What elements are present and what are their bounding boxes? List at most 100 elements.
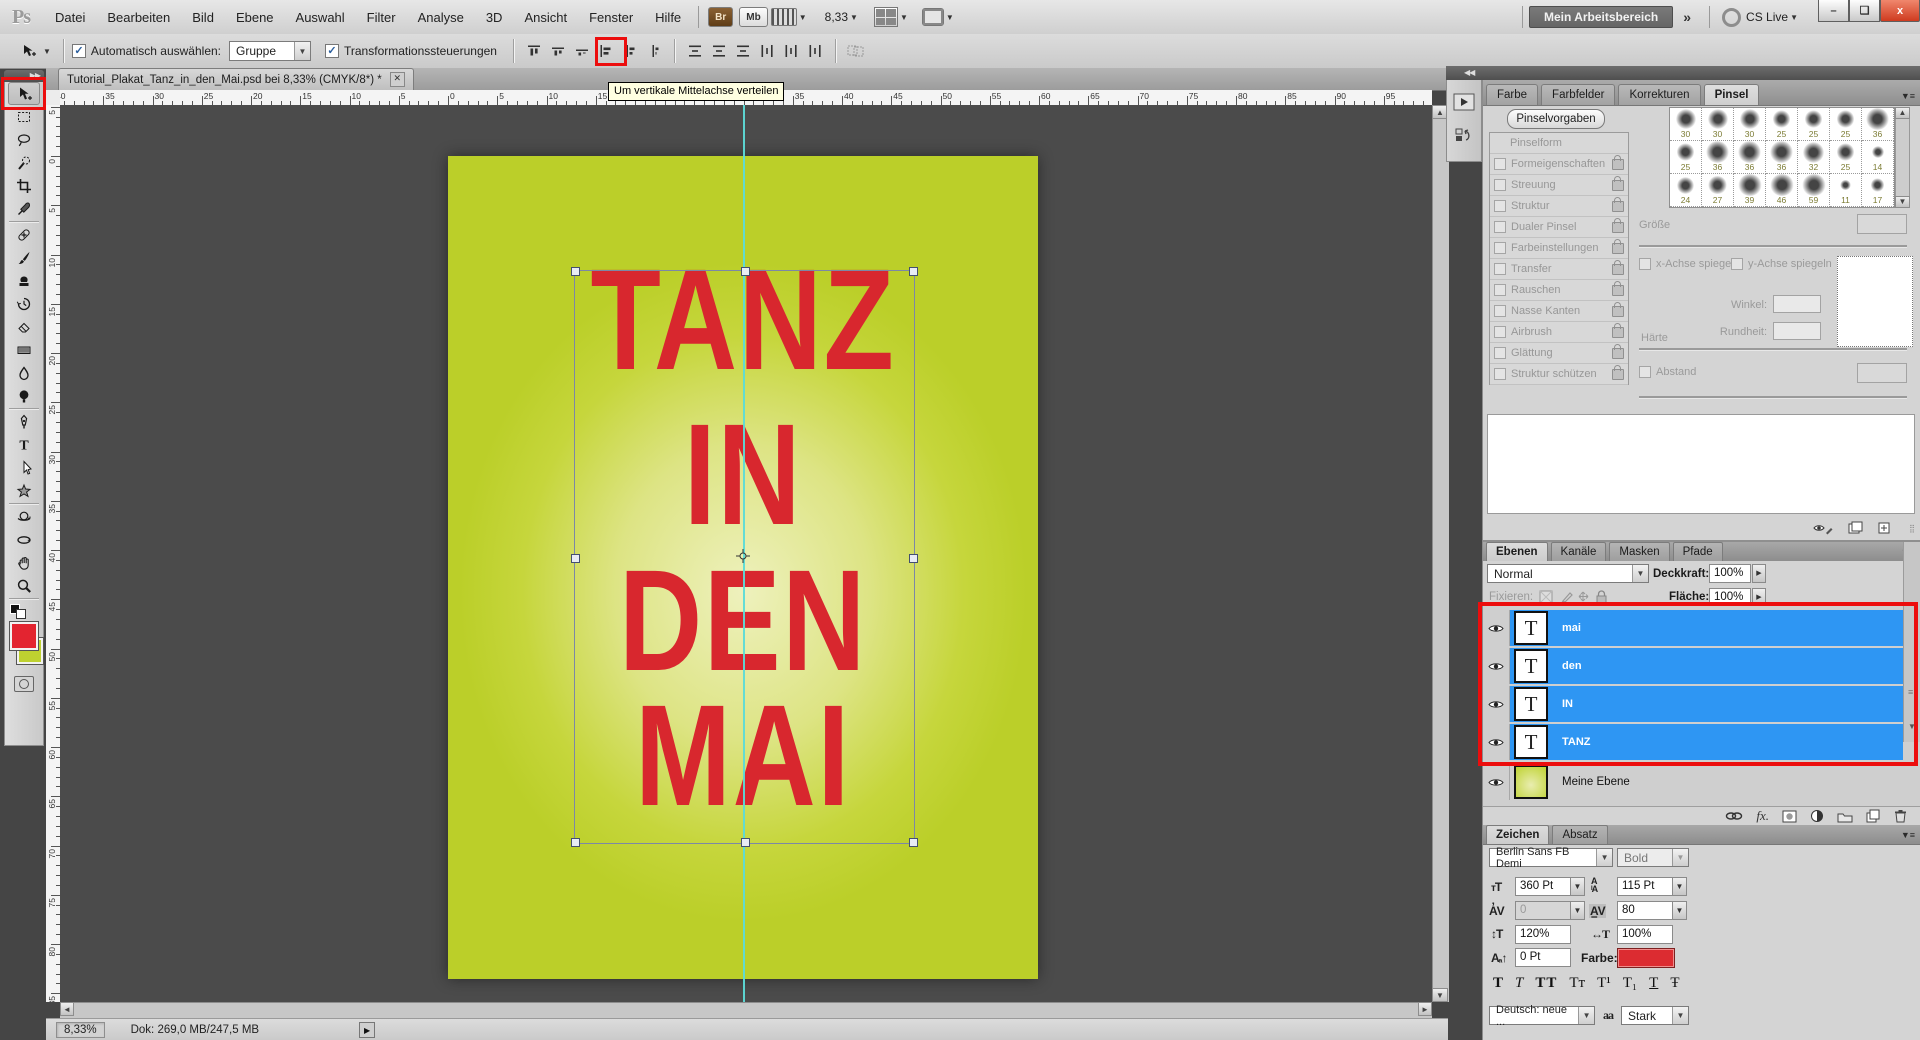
superscript-button[interactable]: T¹ (1597, 975, 1611, 992)
brush-preset[interactable]: 36 (1702, 141, 1734, 174)
scroll-down-icon[interactable]: ▼ (1432, 988, 1448, 1002)
antialias-dropdown[interactable]: Stark▼ (1621, 1006, 1689, 1025)
vertical-scale-field[interactable]: 120% (1515, 925, 1571, 944)
brush-preset[interactable]: 59 (1798, 174, 1830, 207)
layer-name[interactable]: mai (1562, 622, 1581, 634)
baseline-shift-field[interactable]: 0 Pt (1515, 948, 1571, 967)
auto-select-checkbox[interactable]: ✓ Automatisch auswählen: (72, 44, 221, 58)
distribute-vertical-centers-button[interactable] (708, 40, 730, 62)
menu-analyse[interactable]: Analyse (407, 1, 475, 34)
blur-tool[interactable] (8, 361, 40, 384)
custom-shape-tool[interactable] (8, 479, 40, 502)
brush-preset[interactable]: 24 (1670, 174, 1702, 207)
brush-preset[interactable]: 36 (1766, 141, 1798, 174)
chevron-down-icon[interactable]: ▼ (1672, 877, 1687, 896)
layer-visibility-cell[interactable] (1483, 764, 1510, 800)
brush-preset[interactable] (1830, 207, 1862, 208)
menu-bearbeiten[interactable]: Bearbeiten (96, 1, 181, 34)
quick-mask-button[interactable] (14, 676, 34, 692)
delete-layer-icon[interactable] (1894, 809, 1907, 823)
brush-presets-button[interactable]: Pinselvorgaben (1507, 109, 1605, 129)
brush-preset[interactable]: 25 (1798, 108, 1830, 141)
layer-visibility-cell[interactable] (1483, 724, 1510, 760)
new-brush-icon[interactable] (1847, 521, 1863, 535)
align-vertical-centers-button[interactable] (547, 40, 569, 62)
canvas-viewport[interactable]: TANZ IN DEN MAI (60, 105, 1432, 1002)
transform-handle[interactable] (909, 838, 918, 847)
horizontal-scale-field[interactable]: 100% (1617, 925, 1673, 944)
layer-mask-icon[interactable] (1782, 810, 1797, 823)
vertical-ruler[interactable]: 50510152025303540455055606570758085 (46, 105, 61, 1002)
brush-preset[interactable]: 17 (1862, 174, 1894, 207)
align-left-edges-button[interactable] (595, 40, 617, 62)
layer-row-in[interactable]: T IN (1483, 686, 1903, 722)
brush-tool[interactable] (8, 246, 40, 269)
transform-handle[interactable] (741, 838, 750, 847)
brush-preset[interactable] (1702, 207, 1734, 208)
menu-hilfe[interactable]: Hilfe (644, 1, 692, 34)
auto-align-layers-button[interactable] (845, 40, 867, 62)
brush-preset[interactable]: 39 (1734, 174, 1766, 207)
layer-visibility-cell[interactable] (1483, 648, 1510, 684)
brush-preset[interactable] (1862, 207, 1894, 208)
default-colors-icon[interactable] (10, 604, 28, 618)
tab-pfade[interactable]: Pfade (1673, 542, 1723, 561)
align-horizontal-centers-button[interactable] (619, 40, 641, 62)
3d-orbit-tool[interactable] (8, 528, 40, 551)
menu-fenster[interactable]: Fenster (578, 1, 644, 34)
move-tool[interactable] (8, 82, 40, 105)
tab-zeichen[interactable]: Zeichen (1486, 825, 1549, 844)
brush-preset[interactable]: 25 (1830, 108, 1862, 141)
layer-row-tanz[interactable]: T TANZ (1483, 724, 1903, 760)
menu-3d[interactable]: 3D (475, 1, 514, 34)
new-preset-icon[interactable] (1877, 521, 1891, 535)
menu-ebene[interactable]: Ebene (225, 1, 285, 34)
lasso-tool[interactable] (8, 128, 40, 151)
dodge-tool[interactable] (8, 384, 40, 407)
layer-visibility-cell[interactable] (1483, 686, 1510, 722)
move-tool-preset-icon[interactable] (18, 40, 40, 62)
align-top-edges-button[interactable] (523, 40, 545, 62)
chevron-down-icon[interactable]: ▼ (900, 13, 908, 22)
strikethrough-button[interactable]: Ŧ (1670, 975, 1679, 992)
eraser-tool[interactable] (8, 315, 40, 338)
menu-auswahl[interactable]: Auswahl (285, 1, 356, 34)
chevron-down-icon[interactable]: ▼ (799, 13, 807, 22)
chevron-down-icon[interactable]: ▼ (850, 13, 858, 22)
transform-handle[interactable] (571, 267, 580, 276)
layers-scrollbar[interactable]: ≡ ▼ (1903, 542, 1920, 742)
all-caps-button[interactable]: TT (1535, 975, 1557, 992)
link-layers-icon[interactable] (1725, 810, 1743, 822)
minimize-button[interactable]: – (1818, 0, 1849, 22)
brush-preset[interactable]: 25 (1670, 141, 1702, 174)
tab-korrekturen[interactable]: Korrekturen (1618, 84, 1700, 105)
crop-tool[interactable] (8, 174, 40, 197)
chevron-down-icon[interactable]: ▼ (946, 13, 954, 22)
layer-thumbnail[interactable]: T (1514, 687, 1548, 721)
layer-thumbnail[interactable]: T (1514, 611, 1548, 645)
brush-preset[interactable] (1734, 207, 1766, 208)
layer-thumbnail[interactable] (1514, 765, 1548, 799)
workspace-button[interactable]: Mein Arbeitsbereich (1529, 6, 1673, 28)
underline-button[interactable]: T (1649, 975, 1658, 992)
font-family-dropdown[interactable]: Berlin Sans FB Demi▼ (1489, 848, 1613, 867)
screen-mode-icon[interactable] (922, 8, 944, 26)
faux-italic-button[interactable]: T (1515, 975, 1523, 992)
layer-row-mai[interactable]: T mai (1483, 610, 1903, 646)
brush-preset[interactable]: 30 (1670, 108, 1702, 141)
brush-preset[interactable]: 30 (1702, 108, 1734, 141)
layer-name[interactable]: Meine Ebene (1562, 776, 1630, 788)
collapsed-history-panel-icon[interactable] (1451, 124, 1477, 148)
panel-menu-icon[interactable]: ▼≡ (1901, 91, 1915, 101)
zoom-level-value[interactable]: 8,33 (825, 10, 848, 24)
opacity-field[interactable]: 100% (1709, 564, 1751, 583)
chevron-down-icon[interactable]: ▼ (1570, 877, 1585, 896)
gradient-tool[interactable] (8, 338, 40, 361)
tab-pinsel[interactable]: Pinsel (1704, 84, 1760, 105)
transform-handle[interactable] (909, 554, 918, 563)
transform-handle[interactable] (741, 267, 750, 276)
chevron-down-icon[interactable]: ▼ (43, 47, 51, 56)
brush-preset[interactable] (1766, 207, 1798, 208)
layer-thumbnail[interactable]: T (1514, 725, 1548, 759)
tracking-field[interactable]: 80 (1617, 901, 1673, 920)
